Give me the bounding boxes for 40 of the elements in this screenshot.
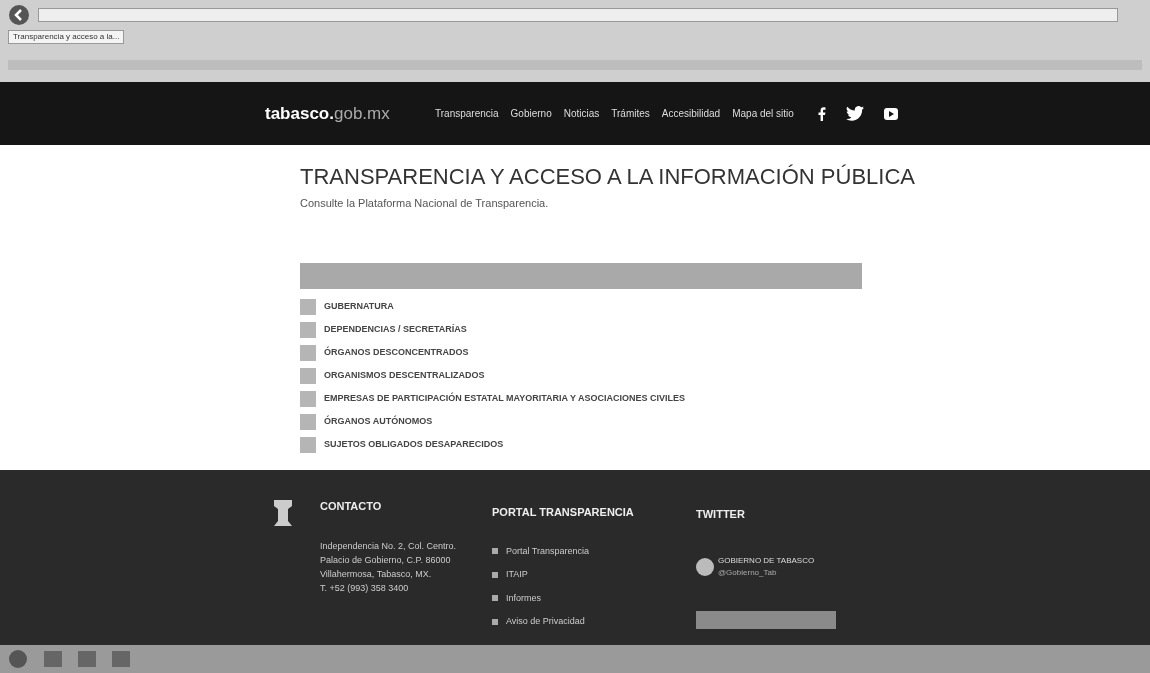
nav-link[interactable]: Trámites — [611, 106, 650, 121]
footer-link[interactable]: ITAIP — [506, 568, 528, 582]
contact-line: Palacio de Gobierno, C.P. 86000 — [320, 553, 452, 567]
category-link[interactable]: GUBERNATURA — [324, 300, 394, 314]
category-link[interactable]: ORGANISMOS DESCENTRALIZADOS — [324, 369, 485, 383]
category-link[interactable]: SUJETOS OBLIGADOS DESAPARECIDOS — [324, 438, 504, 452]
contact-line: Villahermosa, Tabasco, MX. — [320, 567, 433, 581]
category-link[interactable]: ÓRGANOS DESCONCENTRADOS — [324, 346, 469, 360]
tweet-author[interactable]: GOBIERNO DE TABASCO — [718, 554, 815, 567]
browser-tab[interactable]: Transparencia y acceso a la... — [8, 30, 125, 44]
nav-link[interactable]: Noticias — [563, 106, 600, 121]
bullet-icon — [492, 548, 498, 555]
footer-heading: CONTACTO — [320, 499, 383, 514]
site-logo[interactable]: tabasco.gob.mx — [265, 100, 435, 127]
address-bar[interactable] — [38, 8, 1118, 22]
start-icon[interactable] — [8, 649, 28, 669]
footer-link[interactable]: Informes — [506, 591, 541, 605]
nav-link[interactable]: Gobierno — [510, 106, 552, 121]
footer-link[interactable]: Aviso de Privacidad — [506, 615, 585, 629]
category-link[interactable]: ÓRGANOS AUTÓNOMOS — [324, 415, 433, 429]
video-icon[interactable] — [883, 107, 898, 120]
footer-heading: PORTAL TRANSPARENCIA — [492, 505, 635, 520]
nav-link[interactable]: Transparencia — [435, 106, 499, 121]
nav-link[interactable]: Mapa del sitio — [732, 106, 794, 121]
page-subtitle: Consulte la Plataforma Nacional de Transparencia. — [300, 195, 550, 211]
category-link[interactable]: DEPENDENCIAS / SECRETARÍAS — [324, 323, 467, 337]
footer-link[interactable]: Portal Transparencia — [506, 544, 590, 558]
contact-line: Independencia No. 2, Col. Centro. — [320, 539, 458, 553]
bullet-icon — [492, 571, 498, 578]
contact-line: T. +52 (993) 358 3400 — [320, 581, 410, 595]
footer-heading: TWITTER — [696, 507, 746, 522]
back-icon[interactable] — [8, 4, 30, 26]
bullet-icon — [492, 595, 498, 602]
nav-link[interactable]: Accesibilidad — [661, 106, 721, 121]
bullet-icon — [492, 618, 498, 625]
category-link[interactable]: EMPRESAS DE PARTICIPACIÓN ESTATAL MAYORITARIA Y ASOCIACIONES CIVILES — [324, 392, 686, 406]
twitter-icon[interactable] — [845, 106, 864, 121]
facebook-icon[interactable] — [817, 106, 826, 121]
tweet-handle: @Gobierno_Tab — [718, 566, 778, 579]
page-title: TRANSPARENCIA Y ACCESO A LA INFORMACIÓN PÚBLICA — [300, 163, 916, 191]
